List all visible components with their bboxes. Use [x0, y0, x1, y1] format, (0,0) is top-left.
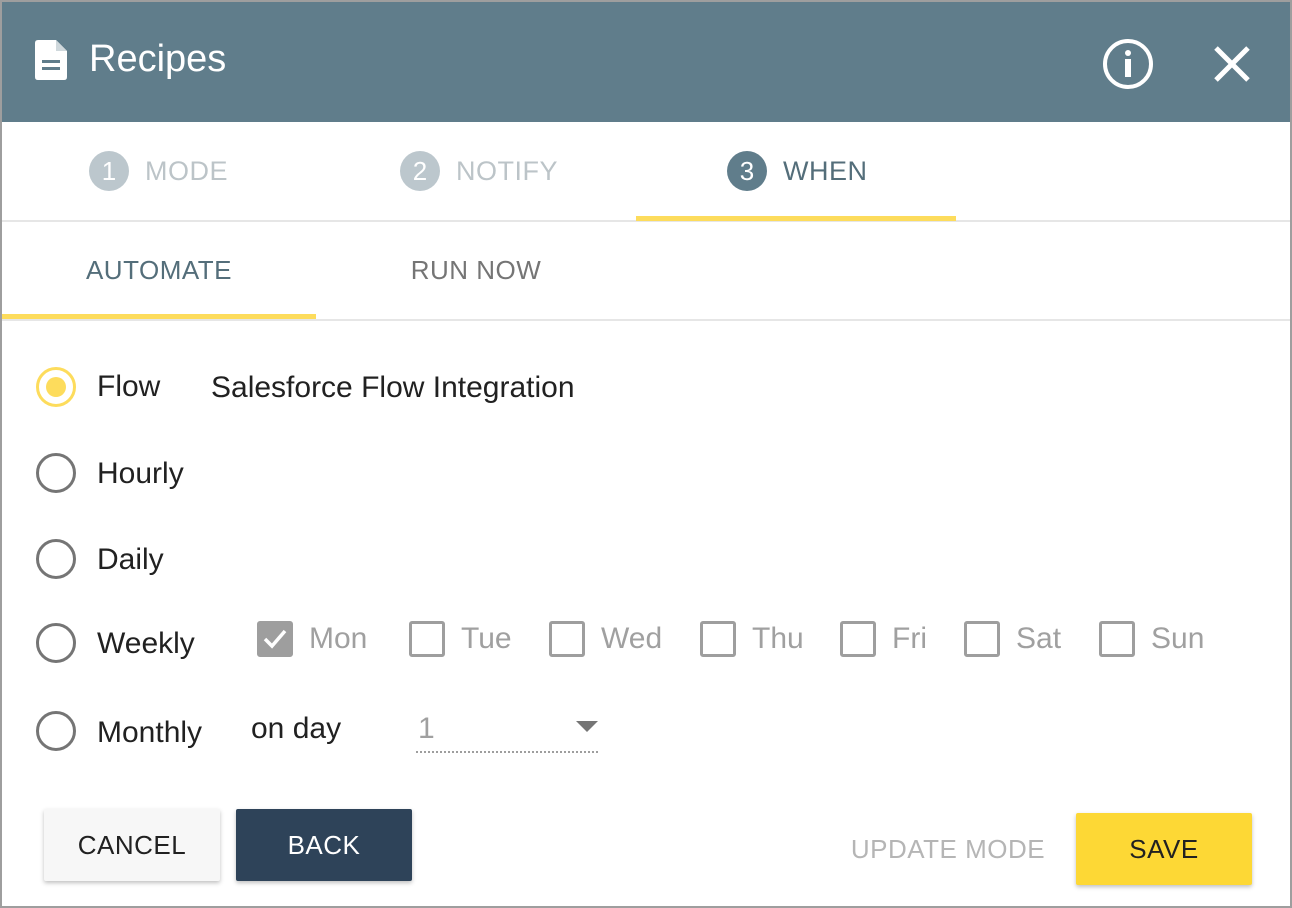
checkbox-sun[interactable] [1099, 621, 1135, 657]
option-label-flow[interactable]: Flow [97, 369, 160, 405]
active-step-indicator [636, 216, 956, 221]
option-label-hourly[interactable]: Hourly [97, 456, 184, 492]
month-day-value: 1 [418, 712, 435, 745]
info-icon[interactable] [1100, 36, 1156, 92]
step-mode[interactable]: 1 MODE [89, 122, 228, 220]
radio-daily[interactable] [36, 539, 76, 579]
weekday-wed[interactable]: Wed [549, 621, 662, 657]
weekday-sat[interactable]: Sat [964, 621, 1061, 657]
tab-run-now[interactable]: RUN NOW [316, 222, 636, 319]
option-label-weekly[interactable]: Weekly [97, 626, 195, 662]
step-number: 3 [727, 151, 767, 191]
step-label: WHEN [783, 155, 868, 186]
stepper: 1 MODE 2 NOTIFY 3 WHEN [2, 122, 1290, 222]
option-label-monthly[interactable]: Monthly [97, 715, 202, 751]
radio-monthly[interactable] [36, 711, 76, 751]
checkbox-sat[interactable] [964, 621, 1000, 657]
weekday-label: Thu [752, 622, 804, 655]
step-number: 1 [89, 151, 129, 191]
check-icon [263, 629, 287, 649]
caret-down-icon [576, 721, 598, 732]
checkbox-wed[interactable] [549, 621, 585, 657]
active-tab-indicator [2, 314, 316, 319]
weekday-label: Wed [601, 622, 663, 655]
update-mode-button[interactable]: UPDATE MODE [848, 817, 1048, 881]
flow-integration-value: Salesforce Flow Integration [211, 371, 575, 404]
weekday-label: Fri [892, 622, 927, 655]
weekday-label: Sat [1016, 622, 1062, 655]
tab-automate[interactable]: AUTOMATE [2, 222, 316, 319]
step-when[interactable]: 3 WHEN [727, 122, 868, 220]
option-label-daily[interactable]: Daily [97, 542, 164, 578]
option-row-hourly: Hourly [2, 443, 1290, 503]
step-label: NOTIFY [456, 155, 558, 186]
radio-hourly[interactable] [36, 453, 76, 493]
dialog-title: Recipes [89, 38, 227, 80]
save-button[interactable]: SAVE [1076, 813, 1252, 885]
checkbox-fri[interactable] [840, 621, 876, 657]
weekday-mon[interactable]: Mon [257, 621, 367, 657]
month-day-select[interactable]: 1 [416, 705, 598, 753]
option-row-weekly: Weekly Mon Tue Wed Thu Fri Sat Sun [2, 613, 1290, 673]
weekday-label: Tue [461, 622, 512, 655]
option-row-flow: Flow Salesforce Flow Integration [2, 357, 1290, 417]
dialog-header: Recipes [2, 2, 1290, 122]
checkbox-mon[interactable] [257, 621, 293, 657]
checkbox-thu[interactable] [700, 621, 736, 657]
step-label: MODE [145, 155, 228, 186]
tab-bar: AUTOMATE RUN NOW [2, 222, 1290, 321]
on-day-label: on day [251, 712, 342, 745]
close-icon[interactable] [1204, 36, 1260, 92]
weekday-thu[interactable]: Thu [700, 621, 804, 657]
step-notify[interactable]: 2 NOTIFY [400, 122, 558, 220]
step-number: 2 [400, 151, 440, 191]
back-button[interactable]: BACK [236, 809, 412, 881]
document-icon [35, 40, 67, 80]
cancel-button[interactable]: CANCEL [44, 809, 220, 881]
radio-flow[interactable] [36, 367, 76, 407]
weekday-label: Mon [309, 622, 368, 655]
weekday-sun[interactable]: Sun [1099, 621, 1204, 657]
radio-weekly[interactable] [36, 623, 76, 663]
weekday-label: Sun [1151, 622, 1205, 655]
weekday-fri[interactable]: Fri [840, 621, 927, 657]
option-row-monthly: Monthly on day 1 [2, 701, 1290, 761]
option-row-daily: Daily [2, 529, 1290, 589]
weekday-tue[interactable]: Tue [409, 621, 512, 657]
recipes-dialog: Recipes 1 MODE 2 NOTIFY 3 WHEN AUTOMATE … [0, 0, 1292, 908]
checkbox-tue[interactable] [409, 621, 445, 657]
